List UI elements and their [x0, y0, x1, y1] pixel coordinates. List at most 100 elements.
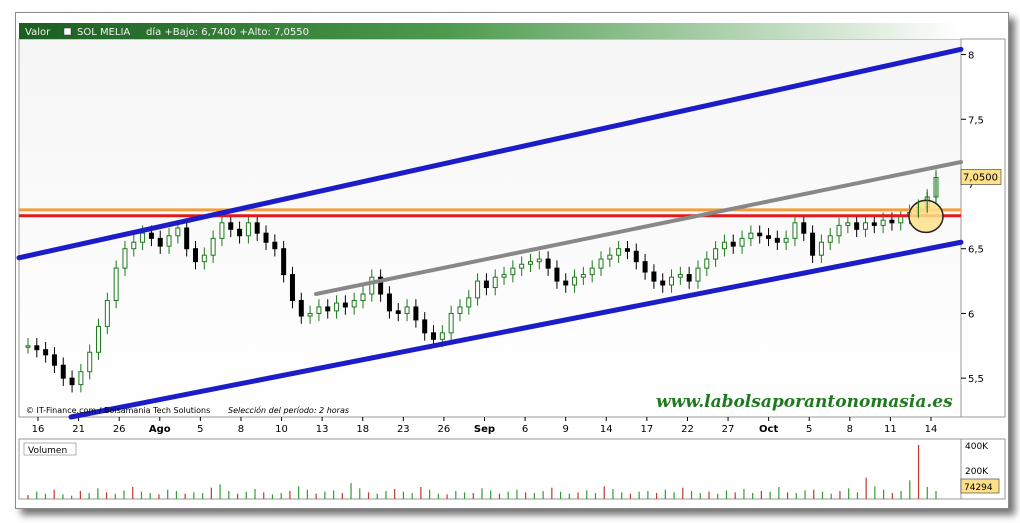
- candle-body: [184, 227, 190, 250]
- candle-body: [519, 263, 525, 269]
- candle-body: [651, 271, 657, 282]
- candle-body: [580, 274, 586, 278]
- candle-body: [422, 319, 428, 334]
- candle-body: [642, 261, 648, 273]
- header-stats: día +Bajo: 6,7400 +Alto: 7,0550: [146, 26, 309, 38]
- period-credit: Selección del período: 2 horas: [228, 405, 349, 415]
- candle-body: [686, 274, 692, 282]
- candle-body: [845, 222, 851, 226]
- x-tick-label: 16: [32, 424, 45, 435]
- x-tick-label: 6: [522, 424, 528, 435]
- candle-body: [96, 325, 102, 353]
- x-tick-label: Ago: [149, 424, 171, 435]
- candle-body: [360, 293, 366, 301]
- candle-body: [589, 267, 595, 276]
- candle-body: [483, 280, 489, 289]
- candle-body: [281, 248, 287, 276]
- candle-body: [572, 276, 578, 286]
- x-tick-label: Sep: [474, 424, 495, 435]
- y-tick-label: 6: [968, 309, 974, 320]
- candle-body: [201, 254, 207, 263]
- x-tick-label: 5: [806, 424, 812, 435]
- volume-tick-200k: 200K: [965, 467, 989, 477]
- candle-body: [413, 306, 419, 321]
- candle-body: [889, 219, 895, 224]
- candle-body: [510, 267, 516, 276]
- candle-body: [113, 267, 119, 301]
- x-tick-label: 14: [925, 424, 938, 435]
- source-credit: © IT-Finance.com / Bolsamania Tech Solut…: [26, 406, 210, 415]
- candle-body: [210, 237, 216, 256]
- candle-body: [245, 222, 251, 237]
- volume-label: Volumen: [28, 446, 67, 456]
- candle-body: [730, 241, 736, 247]
- candle-body: [660, 280, 666, 286]
- candle-body: [122, 248, 128, 269]
- candle-body: [818, 241, 824, 256]
- watermark: www.labolsaporantonomasia.es: [656, 392, 953, 412]
- candle-body: [140, 232, 146, 243]
- volume-panel: [18, 438, 962, 500]
- candle-body: [157, 237, 163, 247]
- candle-body: [862, 222, 868, 230]
- y-axis-panel: [960, 38, 1006, 418]
- candle-body: [757, 232, 763, 237]
- candle-body: [104, 299, 110, 327]
- x-tick-label: 22: [681, 424, 694, 435]
- candle-body: [633, 250, 639, 263]
- candle-body: [192, 248, 198, 263]
- candle-body: [272, 241, 278, 250]
- y-tick-label: 7,5: [968, 115, 984, 126]
- y-tick-label: 8: [968, 51, 974, 62]
- candle-body: [386, 293, 392, 312]
- y-tick-label: 5,5: [968, 374, 984, 385]
- candle-body: [766, 235, 772, 239]
- candle-body: [69, 377, 75, 386]
- candle-body: [713, 248, 719, 260]
- candle-body: [51, 354, 57, 366]
- candle-body: [25, 345, 31, 348]
- candle-body: [492, 276, 498, 289]
- candle-body: [325, 306, 331, 312]
- volume-last-value: 74294: [964, 483, 993, 493]
- x-tick-label: 23: [397, 424, 410, 435]
- candle-body: [219, 222, 225, 239]
- candle-body: [748, 232, 754, 239]
- candle-body: [695, 267, 701, 282]
- candle-body: [404, 306, 410, 314]
- candle-body: [721, 241, 727, 250]
- candle-body: [836, 224, 842, 237]
- candle-body: [351, 299, 357, 308]
- x-tick-label: 21: [72, 424, 85, 435]
- current-price-highlight: [908, 199, 944, 234]
- candle-body: [237, 228, 243, 237]
- y-tick-label: 6,5: [968, 245, 984, 256]
- candle-body: [669, 276, 675, 286]
- candle-body: [131, 241, 137, 250]
- candle-body: [871, 222, 877, 226]
- candle-body: [466, 297, 472, 308]
- candle-body: [880, 219, 886, 226]
- candle-body: [545, 258, 551, 269]
- candle-body: [334, 302, 340, 312]
- candle-body: [457, 306, 463, 314]
- candle-body: [607, 254, 613, 260]
- x-tick-label: 8: [238, 424, 244, 435]
- candle-body: [624, 248, 630, 252]
- x-tick-label: Oct: [759, 424, 778, 435]
- x-tick-label: 9: [562, 424, 568, 435]
- candle-body: [536, 258, 542, 263]
- x-tick-label: 17: [640, 424, 653, 435]
- candle-body: [554, 267, 560, 282]
- x-tick-label: 26: [438, 424, 451, 435]
- candle-body: [563, 280, 569, 286]
- volume-tick-400k: 400K: [965, 442, 989, 452]
- candle-body: [898, 215, 904, 224]
- candle-body: [774, 237, 780, 243]
- candle-body: [827, 235, 833, 243]
- candle-body: [263, 232, 269, 243]
- candle-body: [475, 280, 481, 299]
- candle-body: [854, 222, 860, 230]
- current-value-label: 7,0500: [963, 173, 998, 184]
- candle-body: [369, 276, 375, 295]
